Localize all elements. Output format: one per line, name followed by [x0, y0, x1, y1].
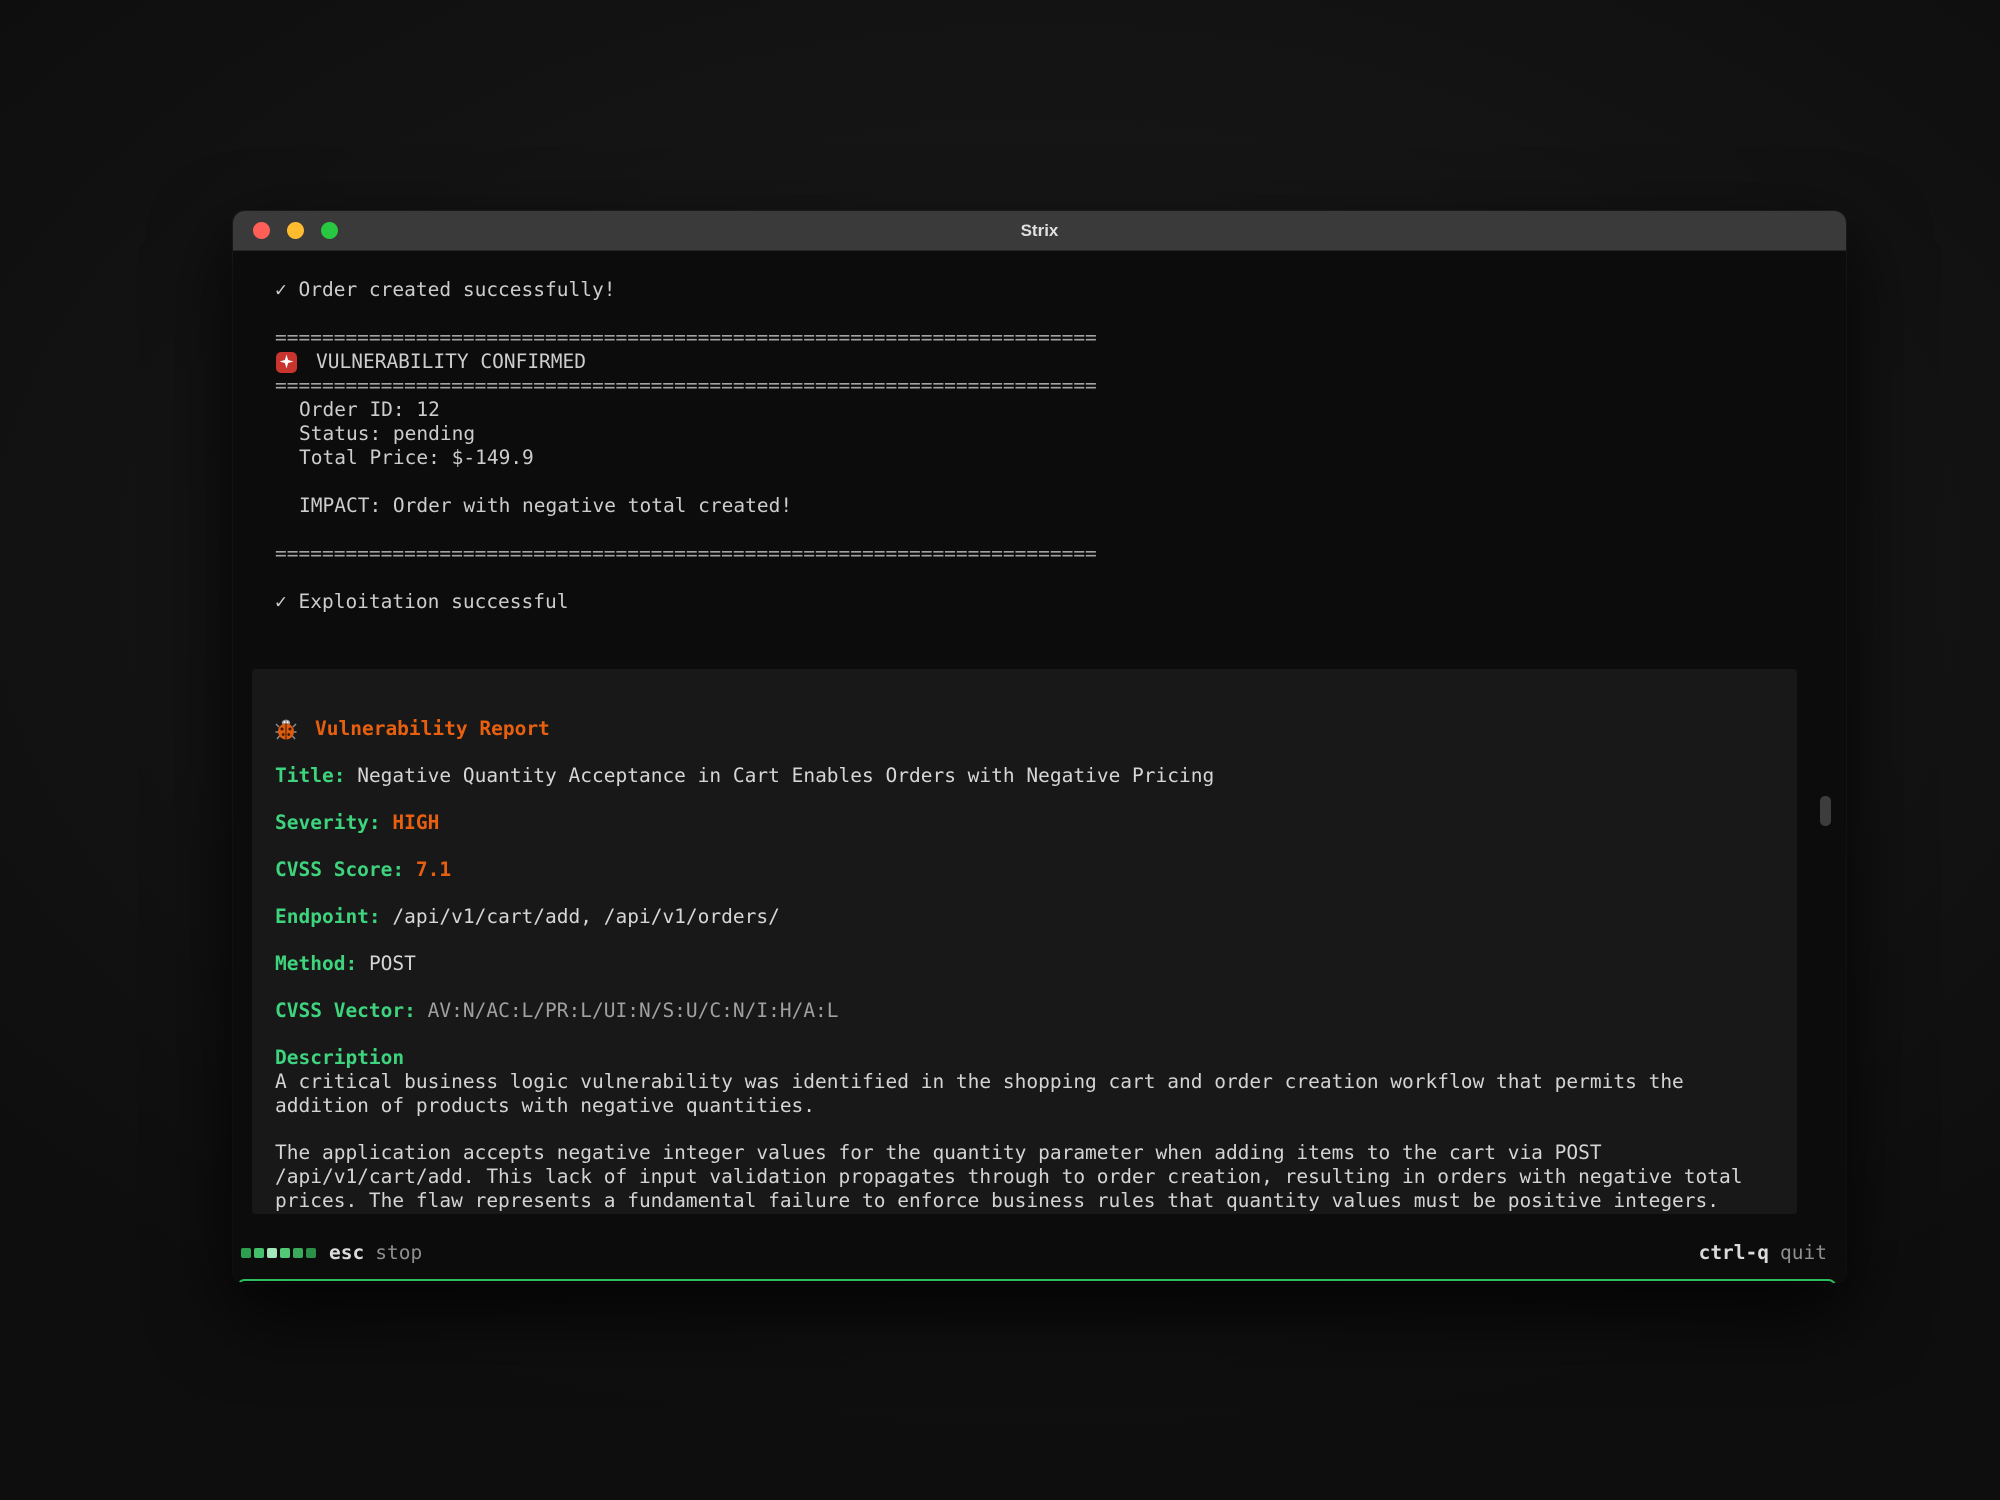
report-field-method: Method: POST — [275, 952, 1781, 976]
field-label: CVSS Vector: — [275, 999, 416, 1022]
description-paragraph: A critical business logic vulnerability … — [275, 1070, 1781, 1118]
ladybug-icon — [275, 718, 297, 741]
report-heading-text: Vulnerability Report — [315, 717, 550, 741]
report-field-endpoint: Endpoint: /api/v1/cart/add, /api/v1/orde… — [275, 905, 1781, 929]
vulnerability-report-panel: Vulnerability Report Title: Negative Qua… — [252, 669, 1797, 1214]
separator-line: ========================================… — [275, 542, 1846, 566]
field-value: POST — [369, 952, 416, 975]
separator-line: ========================================… — [275, 374, 1846, 398]
order-id-line: Order ID: 12 — [275, 398, 1846, 422]
order-success-line: ✓ Order created successfully! — [275, 278, 1846, 302]
quit-hint: ctrl-q quit — [1699, 1241, 1827, 1265]
description-heading: Description — [275, 1046, 1781, 1070]
field-value: HIGH — [392, 811, 439, 834]
vulnerability-confirmed-heading: VULNERABILITY CONFIRMED — [275, 350, 1846, 374]
field-value: /api/v1/cart/add, /api/v1/orders/ — [392, 905, 779, 928]
titlebar: Strix — [233, 211, 1846, 251]
separator-line: ========================================… — [275, 326, 1846, 350]
window-title: Strix — [1021, 221, 1059, 241]
esc-key-hint: esc — [329, 1241, 364, 1265]
confirmed-heading-text: VULNERABILITY CONFIRMED — [316, 350, 586, 374]
field-label: Severity: — [275, 811, 381, 834]
order-status-line: Status: pending — [275, 422, 1846, 446]
strix-window: Strix ✓ Order created successfully! ====… — [233, 211, 1846, 1283]
impact-line: IMPACT: Order with negative total create… — [275, 494, 1846, 518]
description-paragraph: The application accepts negative integer… — [275, 1141, 1781, 1213]
field-value: AV:N/AC:L/PR:L/UI:N/S:U/C:N/I:H/A:L — [428, 999, 839, 1022]
field-value: Negative Quantity Acceptance in Cart Ena… — [357, 764, 1214, 787]
spinner — [241, 1248, 316, 1258]
total-price-line: Total Price: $-149.9 — [275, 446, 1846, 470]
field-label: Title: — [275, 764, 345, 787]
exploitation-success-line: ✓ Exploitation successful — [275, 590, 1846, 614]
terminal-output: ✓ Order created successfully! ==========… — [233, 252, 1846, 614]
report-field-title: Title: Negative Quantity Acceptance in C… — [275, 764, 1781, 788]
command-input[interactable]: > — [236, 1279, 1837, 1283]
minimize-button[interactable] — [287, 222, 304, 239]
quit-action-label: quit — [1780, 1241, 1827, 1265]
window-controls — [253, 211, 338, 250]
zoom-button[interactable] — [321, 222, 338, 239]
report-field-cvss-vector: CVSS Vector: AV:N/AC:L/PR:L/UI:N/S:U/C:N… — [275, 999, 1781, 1023]
terminal-body: ✓ Order created successfully! ==========… — [233, 252, 1846, 1283]
field-label: Endpoint: — [275, 905, 381, 928]
report-field-severity: Severity: HIGH — [275, 811, 1781, 835]
status-bar: esc stop ctrl-q quit — [241, 1241, 1827, 1265]
quit-key-hint: ctrl-q — [1699, 1241, 1769, 1265]
stop-action-label: stop — [375, 1241, 422, 1265]
close-button[interactable] — [253, 222, 270, 239]
description-section: Description A critical business logic vu… — [275, 1046, 1781, 1213]
field-label: Method: — [275, 952, 357, 975]
report-heading: Vulnerability Report — [275, 717, 1781, 741]
scrollbar-thumb[interactable] — [1820, 796, 1831, 826]
field-value: 7.1 — [416, 858, 451, 881]
siren-icon — [275, 350, 298, 374]
report-field-cvss-score: CVSS Score: 7.1 — [275, 858, 1781, 882]
field-label: CVSS Score: — [275, 858, 404, 881]
